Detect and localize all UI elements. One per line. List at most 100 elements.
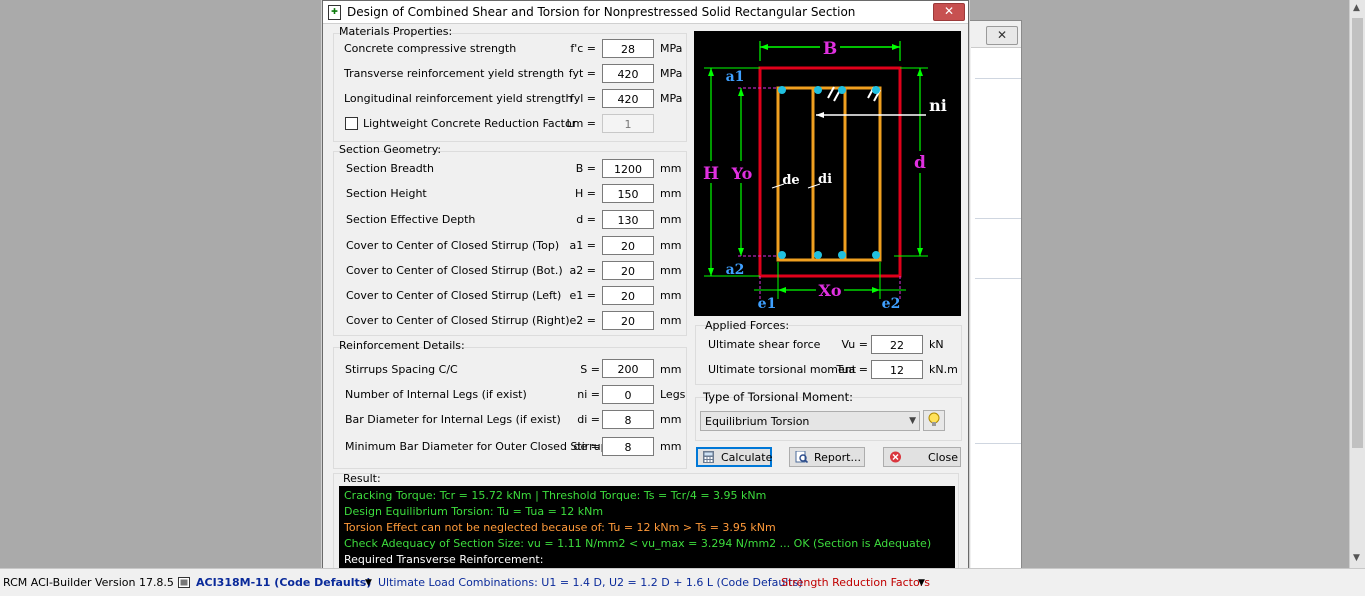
cover-top-input[interactable]: 20 bbox=[602, 236, 654, 255]
label-B: B bbox=[823, 39, 837, 59]
height-symbol: H = bbox=[575, 187, 596, 200]
lightbulb-icon bbox=[928, 412, 940, 426]
internal-dia-input[interactable]: 8 bbox=[602, 410, 654, 429]
result-title: Result: bbox=[343, 472, 381, 485]
scroll-down-icon[interactable]: ▼ bbox=[1353, 553, 1360, 563]
label-a2: a2 bbox=[726, 262, 745, 278]
torsion-type-title: Type of Torsional Moment: bbox=[703, 390, 853, 404]
breadth-label: Section Breadth bbox=[346, 162, 434, 175]
torsion-unit: kN.m bbox=[929, 363, 958, 376]
label-ni: ni bbox=[929, 96, 947, 115]
internal-dia-symbol: di = bbox=[577, 413, 600, 426]
fyl-unit: MPa bbox=[660, 92, 683, 105]
shear-input[interactable]: 22 bbox=[871, 335, 923, 354]
design-dialog: ✚ Design of Combined Shear and Torsion f… bbox=[322, 0, 969, 571]
background-window bbox=[968, 20, 1022, 570]
result-output: Cracking Torque: Tcr = 15.72 kNm | Thres… bbox=[339, 486, 955, 569]
fyt-unit: MPa bbox=[660, 67, 683, 80]
forces-title: Applied Forces: bbox=[705, 319, 790, 332]
height-unit: mm bbox=[660, 187, 682, 200]
cover-right-input[interactable]: 20 bbox=[602, 311, 654, 330]
shear-label: Ultimate shear force bbox=[708, 338, 821, 351]
cover-left-input[interactable]: 20 bbox=[602, 286, 654, 305]
torsion-input[interactable]: 12 bbox=[871, 360, 923, 379]
torsion-type-value: Equilibrium Torsion bbox=[705, 415, 810, 428]
app-icon: ✚ bbox=[328, 5, 341, 20]
shear-symbol: Vu = bbox=[841, 338, 868, 351]
code-dropdown-icon[interactable]: ▼ bbox=[365, 578, 372, 588]
report-icon bbox=[795, 451, 808, 463]
fyt-label: Transverse reinforcement yield strength bbox=[344, 67, 565, 80]
fyt-symbol: fyt = bbox=[568, 67, 596, 80]
fyt-input[interactable]: 420 bbox=[602, 64, 654, 83]
cover-left-symbol: e1 = bbox=[569, 289, 596, 302]
spacing-label: Stirrups Spacing C/C bbox=[345, 363, 458, 376]
depth-symbol: d = bbox=[576, 213, 596, 226]
label-e1: e1 bbox=[758, 296, 777, 312]
height-label: Section Height bbox=[346, 187, 427, 200]
fc-input[interactable]: 28 bbox=[602, 39, 654, 58]
label-de: de bbox=[782, 173, 799, 188]
fyl-input[interactable]: 420 bbox=[602, 89, 654, 108]
calculate-button[interactable]: Calculate bbox=[696, 447, 772, 467]
internal-dia-label: Bar Diameter for Internal Legs (if exist… bbox=[345, 413, 561, 426]
label-a1: a1 bbox=[726, 69, 745, 85]
height-input[interactable]: 150 bbox=[602, 184, 654, 203]
scroll-up-icon[interactable]: ▲ bbox=[1353, 3, 1360, 13]
spacing-symbol: S = bbox=[580, 363, 600, 376]
code-icon bbox=[178, 577, 190, 591]
result-line: Torsion Effect can not be neglected beca… bbox=[344, 521, 776, 534]
materials-title: Materials Properties: bbox=[339, 25, 453, 38]
label-Xo: Xo bbox=[818, 281, 841, 300]
close-label: Close bbox=[928, 451, 958, 464]
section-diagram-svg: B H a1 Yo a2 d ni de di Xo e1 e2 bbox=[700, 37, 947, 312]
cover-top-unit: mm bbox=[660, 239, 682, 252]
fc-symbol: f'c = bbox=[570, 42, 596, 55]
label-di: di bbox=[818, 172, 832, 187]
spacing-unit: mm bbox=[660, 363, 682, 376]
spacing-input[interactable]: 200 bbox=[602, 359, 654, 378]
close-button[interactable]: Close bbox=[883, 447, 961, 467]
internal-dia-unit: mm bbox=[660, 413, 682, 426]
lm-input: 1 bbox=[602, 114, 654, 133]
status-factors[interactable]: Strength Reduction Factors bbox=[781, 576, 930, 589]
reinforcement-title: Reinforcement Details: bbox=[339, 339, 465, 352]
internal-legs-unit: Legs bbox=[660, 388, 686, 401]
scrollbar-thumb[interactable] bbox=[1352, 18, 1363, 448]
vertical-scrollbar[interactable]: ▲ ▼ bbox=[1349, 0, 1365, 568]
status-code[interactable]: ACI318M-11 (Code Defaults) bbox=[196, 576, 371, 589]
depth-input[interactable]: 130 bbox=[602, 210, 654, 229]
cover-top-symbol: a1 = bbox=[569, 239, 596, 252]
breadth-unit: mm bbox=[660, 162, 682, 175]
status-combinations[interactable]: Ultimate Load Combinations: U1 = 1.4 D, … bbox=[378, 576, 803, 589]
lightweight-checkbox[interactable] bbox=[345, 117, 358, 130]
lightweight-label: Lightweight Concrete Reduction Factor bbox=[363, 117, 577, 130]
internal-legs-symbol: ni = bbox=[577, 388, 600, 401]
internal-legs-label: Number of Internal Legs (if exist) bbox=[345, 388, 527, 401]
calculate-label: Calculate bbox=[721, 451, 773, 464]
shear-unit: kN bbox=[929, 338, 944, 351]
internal-legs-input[interactable]: 0 bbox=[602, 385, 654, 404]
title-bar[interactable]: ✚ Design of Combined Shear and Torsion f… bbox=[323, 1, 968, 24]
background-window-close-button[interactable]: ✕ bbox=[986, 26, 1018, 45]
label-e2: e2 bbox=[882, 296, 901, 312]
factors-dropdown-icon[interactable]: ▼ bbox=[918, 578, 925, 588]
outer-dia-label: Minimum Bar Diameter for Outer Closed St… bbox=[345, 440, 608, 453]
cover-bot-input[interactable]: 20 bbox=[602, 261, 654, 280]
cover-right-unit: mm bbox=[660, 314, 682, 327]
cover-right-label: Cover to Center of Closed Stirrup (Right… bbox=[346, 314, 570, 327]
fc-unit: MPa bbox=[660, 42, 683, 55]
outer-dia-unit: mm bbox=[660, 440, 682, 453]
cover-left-label: Cover to Center of Closed Stirrup (Left) bbox=[346, 289, 562, 302]
cover-bot-unit: mm bbox=[660, 264, 682, 277]
breadth-symbol: B = bbox=[575, 162, 596, 175]
section-diagram: B H a1 Yo a2 d ni de di Xo e1 e2 bbox=[694, 31, 961, 316]
breadth-input[interactable]: 1200 bbox=[602, 159, 654, 178]
window-close-button[interactable]: ✕ bbox=[933, 3, 965, 21]
hint-button[interactable] bbox=[923, 410, 945, 431]
cover-right-symbol: e2 = bbox=[569, 314, 596, 327]
outer-dia-input[interactable]: 8 bbox=[602, 437, 654, 456]
torsion-type-select[interactable]: Equilibrium Torsion ▼ bbox=[700, 411, 920, 431]
report-button[interactable]: Report... bbox=[789, 447, 865, 467]
window-title: Design of Combined Shear and Torsion for… bbox=[347, 5, 856, 19]
